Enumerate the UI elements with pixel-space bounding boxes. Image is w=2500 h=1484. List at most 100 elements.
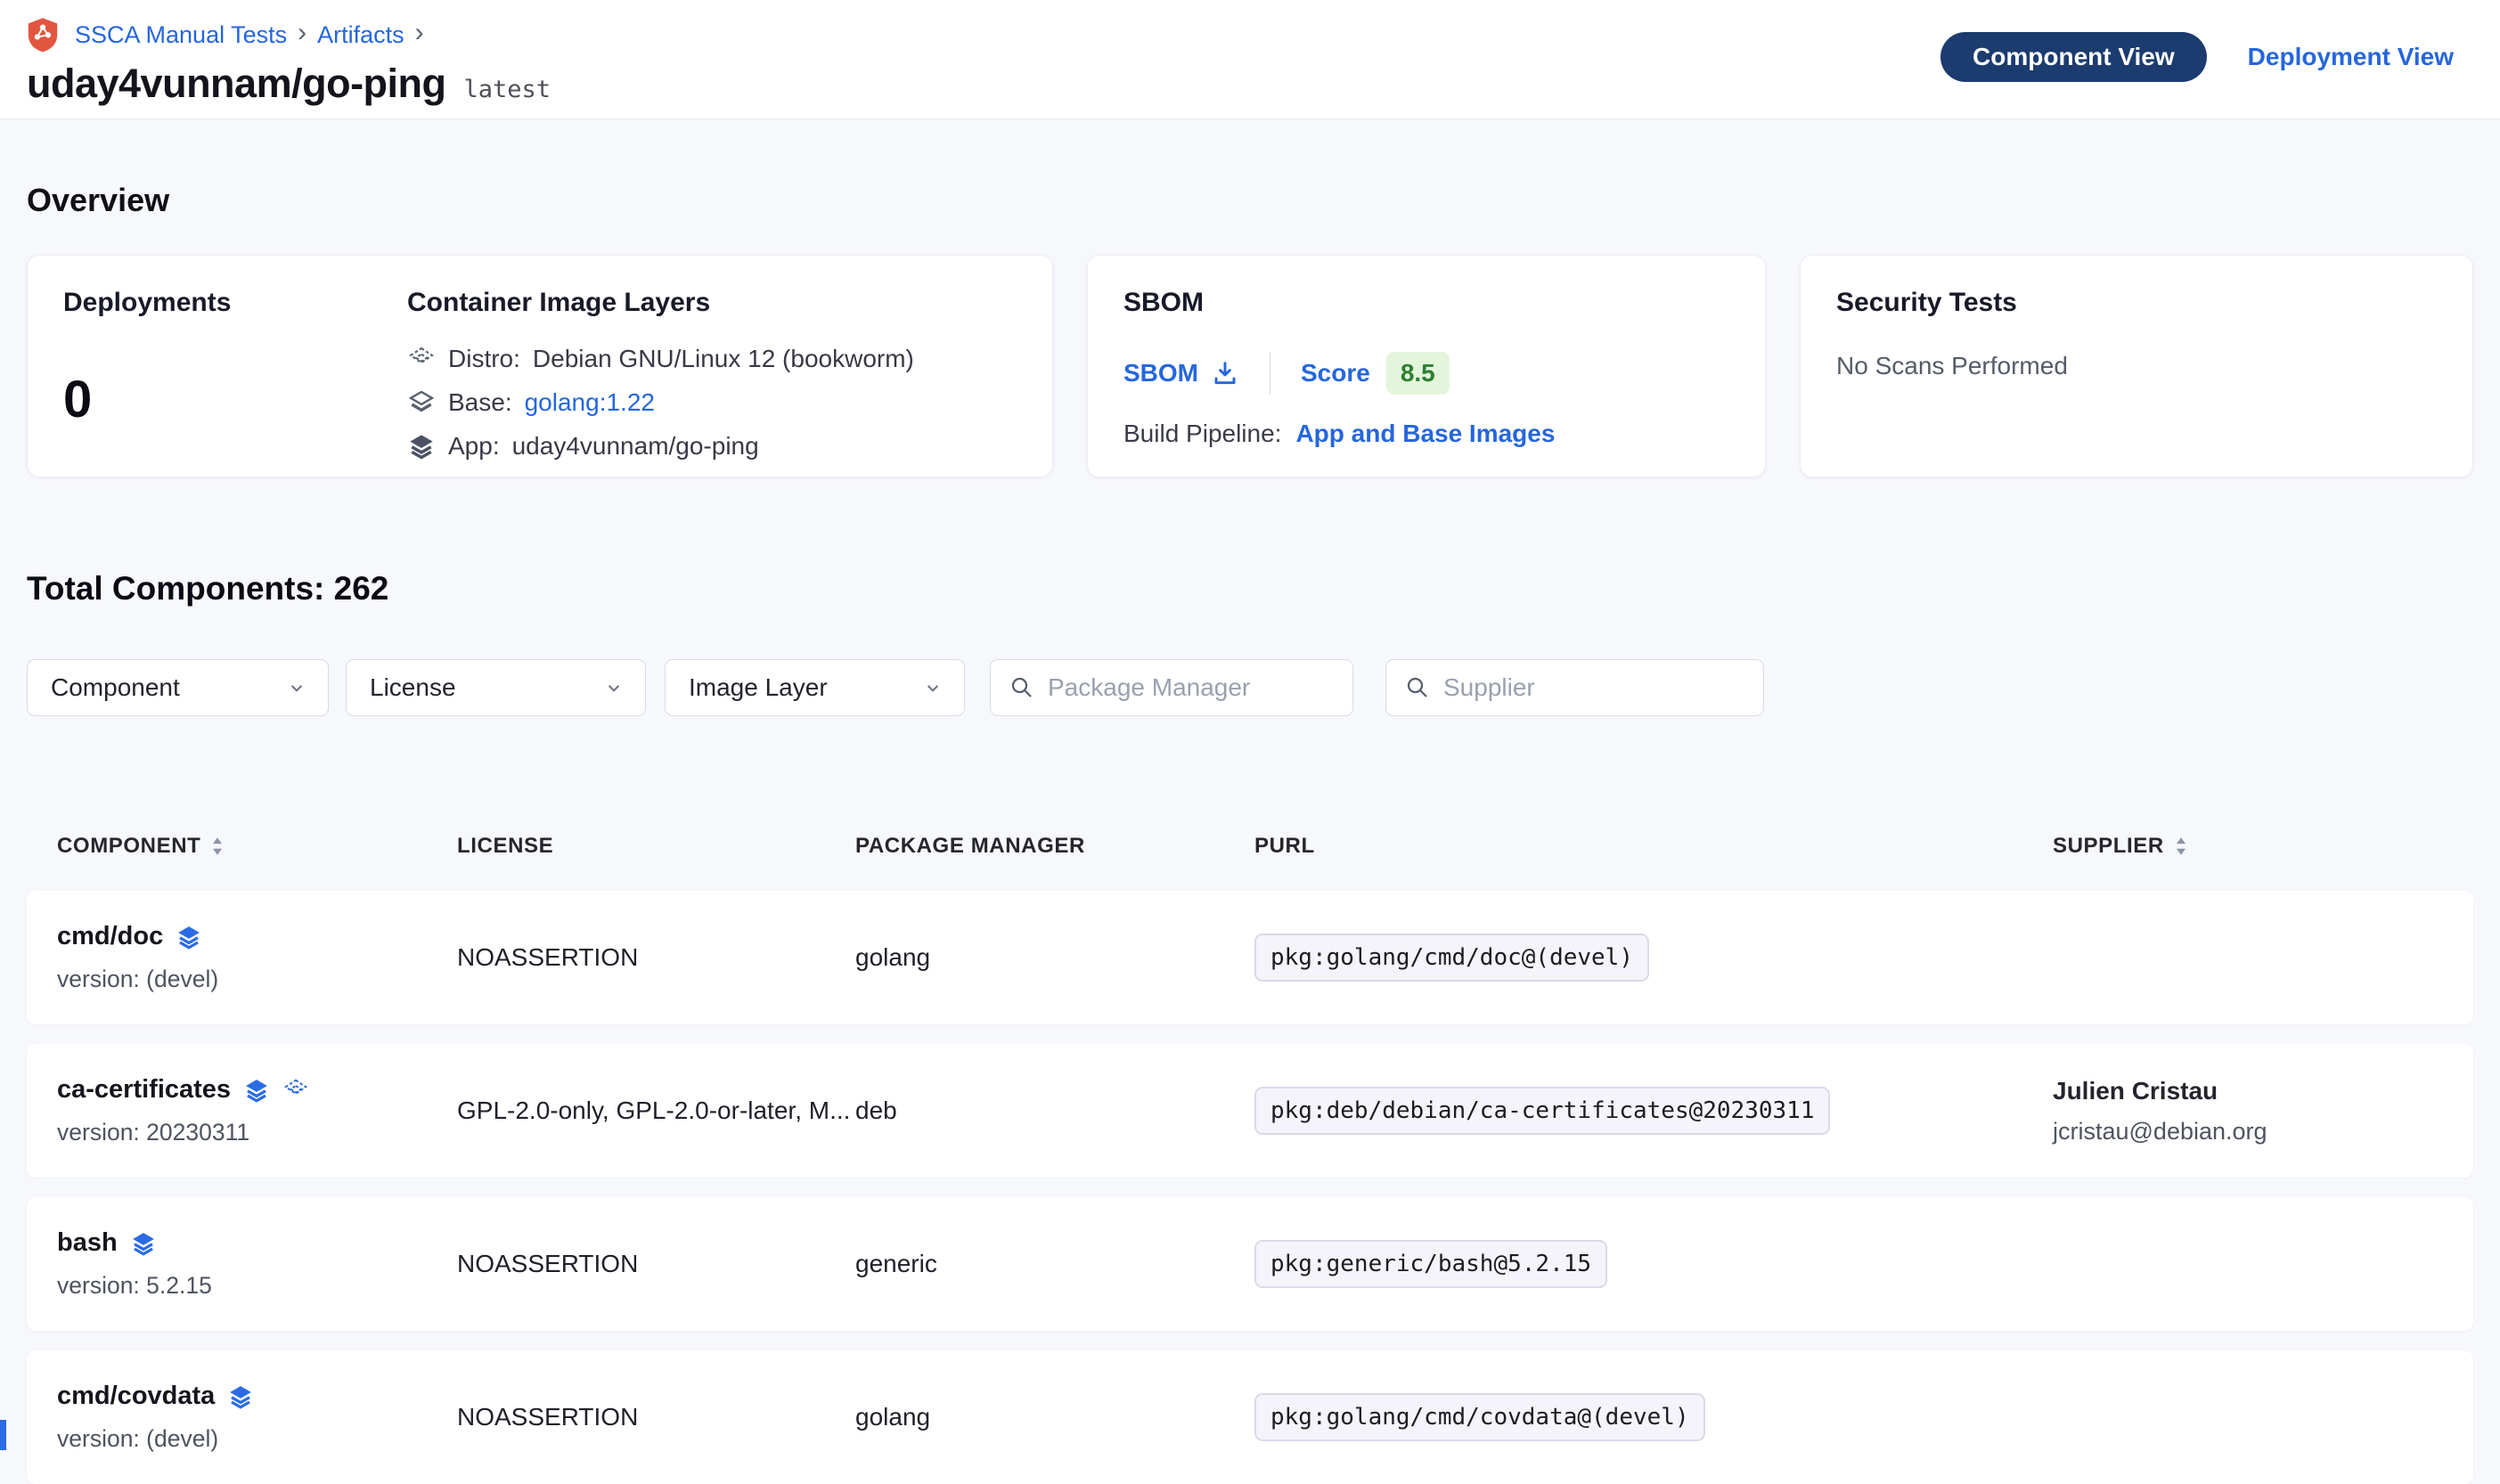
total-components-heading: Total Components: 262	[27, 570, 2473, 607]
package-manager-search-input[interactable]	[1048, 673, 1335, 702]
sbom-score-label: Score	[1301, 359, 1370, 387]
overview-heading: Overview	[27, 182, 2473, 219]
package-manager-cell: golang	[855, 943, 1254, 972]
base-layer-icon	[407, 388, 436, 417]
layer-row-base: Base: golang:1.22	[407, 388, 1017, 417]
layer-label: App:	[448, 432, 500, 461]
component-filter-dropdown[interactable]: Component	[27, 659, 329, 716]
dropdown-label: License	[370, 673, 456, 702]
components-table: COMPONENT LICENSE PACKAGE MANAGER PURL S…	[27, 821, 2473, 1484]
view-switch: Component View Deployment View	[1940, 32, 2454, 82]
component-version: version: (devel)	[57, 1425, 457, 1453]
breadcrumb-separator: ›	[298, 20, 306, 50]
app-layer-icon	[176, 924, 202, 950]
column-label: PACKAGE MANAGER	[855, 834, 1085, 859]
package-manager-cell: generic	[855, 1250, 1254, 1278]
app-layer-icon	[227, 1383, 254, 1410]
table-row: cmd/doc version: (devel) NOASSERTION gol…	[27, 891, 2473, 1024]
table-row: cmd/covdata version: (devel) NOASSERTION…	[27, 1350, 2473, 1484]
layer-value: Debian GNU/Linux 12 (bookworm)	[533, 345, 914, 373]
sbom-card: SBOM SBOM Score 8.5 Build	[1087, 255, 1766, 477]
column-label: PURL	[1254, 834, 1315, 859]
component-name: cmd/covdata	[57, 1382, 215, 1411]
sort-icon	[2175, 836, 2187, 857]
deployments-title: Deployments	[63, 288, 407, 318]
breadcrumb-link-artifacts[interactable]: Artifacts	[317, 21, 404, 49]
component-name: ca-certificates	[57, 1075, 231, 1105]
page-title: uday4vunnam/go-ping	[27, 61, 446, 107]
package-manager-search	[990, 659, 1353, 716]
layer-value: uday4vunnam/go-ping	[512, 432, 759, 461]
app-layer-icon	[130, 1230, 157, 1257]
sbom-score-badge: 8.5	[1386, 352, 1450, 395]
column-label: SUPPLIER	[2053, 834, 2164, 859]
deployments-count: 0	[63, 370, 407, 429]
distro-layer-icon	[282, 1077, 309, 1104]
column-header-component[interactable]: COMPONENT	[57, 834, 457, 859]
base-image-link[interactable]: golang:1.22	[525, 388, 655, 417]
deployments-layers-card: Deployments 0 Container Image Layers Dis…	[27, 255, 1053, 477]
search-icon	[1009, 674, 1035, 701]
build-pipeline-link[interactable]: App and Base Images	[1295, 420, 1555, 448]
supplier-search	[1385, 659, 1764, 716]
purl-chip: pkg:golang/cmd/covdata@(devel)	[1254, 1393, 1705, 1441]
layer-row-distro: Distro: Debian GNU/Linux 12 (bookworm)	[407, 345, 1017, 373]
image-layer-filter-dropdown[interactable]: Image Layer	[665, 659, 965, 716]
artifact-tag-latest: latest	[464, 76, 551, 103]
filter-bar: Component License Image Layer	[27, 659, 2473, 716]
sbom-link-label: SBOM	[1123, 359, 1198, 387]
page-header: SSCA Manual Tests › Artifacts › uday4vun…	[0, 0, 2500, 119]
table-row: ca-certificates version: 20230311 GPL-2.…	[27, 1044, 2473, 1178]
component-name: bash	[57, 1228, 118, 1258]
supplier-cell	[2053, 951, 2443, 964]
purl-chip: pkg:golang/cmd/doc@(devel)	[1254, 934, 1649, 982]
sort-icon	[211, 836, 224, 857]
dropdown-label: Component	[51, 673, 180, 702]
license-cell: NOASSERTION	[457, 943, 855, 972]
chevron-down-icon	[285, 676, 308, 699]
column-header-supplier[interactable]: SUPPLIER	[2053, 834, 2443, 859]
image-layers-title: Container Image Layers	[407, 288, 1017, 318]
component-view-button[interactable]: Component View	[1940, 32, 2207, 82]
security-tests-status: No Scans Performed	[1836, 352, 2437, 380]
component-version: version: (devel)	[57, 966, 457, 993]
layer-label: Base:	[448, 388, 512, 417]
column-label: COMPONENT	[57, 834, 200, 859]
app-layer-icon	[407, 432, 436, 461]
supplier-cell	[2053, 1258, 2443, 1270]
build-pipeline-label: Build Pipeline:	[1123, 420, 1281, 448]
security-tests-card: Security Tests No Scans Performed	[1800, 255, 2473, 477]
deployment-view-button[interactable]: Deployment View	[2248, 43, 2454, 71]
column-header-package-manager: PACKAGE MANAGER	[855, 834, 1254, 859]
license-filter-dropdown[interactable]: License	[346, 659, 646, 716]
component-name: cmd/doc	[57, 922, 163, 951]
package-manager-cell: deb	[855, 1097, 1254, 1125]
license-cell: NOASSERTION	[457, 1250, 855, 1278]
scrollbar-thumb[interactable]	[0, 1420, 6, 1450]
supplier-email: jcristau@debian.org	[2053, 1118, 2443, 1146]
table-header-row: COMPONENT LICENSE PACKAGE MANAGER PURL S…	[27, 821, 2473, 871]
breadcrumb-link-project[interactable]: SSCA Manual Tests	[75, 21, 287, 49]
component-version: version: 20230311	[57, 1119, 457, 1146]
component-version: version: 5.2.15	[57, 1272, 457, 1300]
ssca-artifact-page: SSCA Manual Tests › Artifacts › uday4vun…	[0, 0, 2500, 1450]
table-row: bash version: 5.2.15 NOASSERTION generic…	[27, 1197, 2473, 1331]
chevron-down-icon	[921, 676, 944, 699]
license-cell: NOASSERTION	[457, 1403, 855, 1431]
supplier-search-input[interactable]	[1443, 673, 1745, 702]
app-layer-icon	[243, 1077, 270, 1104]
layer-label: Distro:	[448, 345, 520, 373]
supplier-cell	[2053, 1411, 2443, 1423]
supplier-cell: Julien Cristau jcristau@debian.org	[2053, 1077, 2443, 1146]
layer-row-app: App: uday4vunnam/go-ping	[407, 432, 1017, 461]
dropdown-label: Image Layer	[689, 673, 828, 702]
sbom-download-link[interactable]: SBOM	[1123, 359, 1239, 387]
download-icon	[1211, 359, 1239, 387]
column-header-license: LICENSE	[457, 834, 855, 859]
chevron-down-icon	[602, 676, 625, 699]
purl-chip: pkg:deb/debian/ca-certificates@20230311	[1254, 1087, 1830, 1135]
package-manager-cell: golang	[855, 1403, 1254, 1431]
breadcrumb-separator: ›	[415, 20, 424, 50]
security-tests-title: Security Tests	[1836, 288, 2437, 318]
ssca-module-icon	[27, 17, 59, 53]
